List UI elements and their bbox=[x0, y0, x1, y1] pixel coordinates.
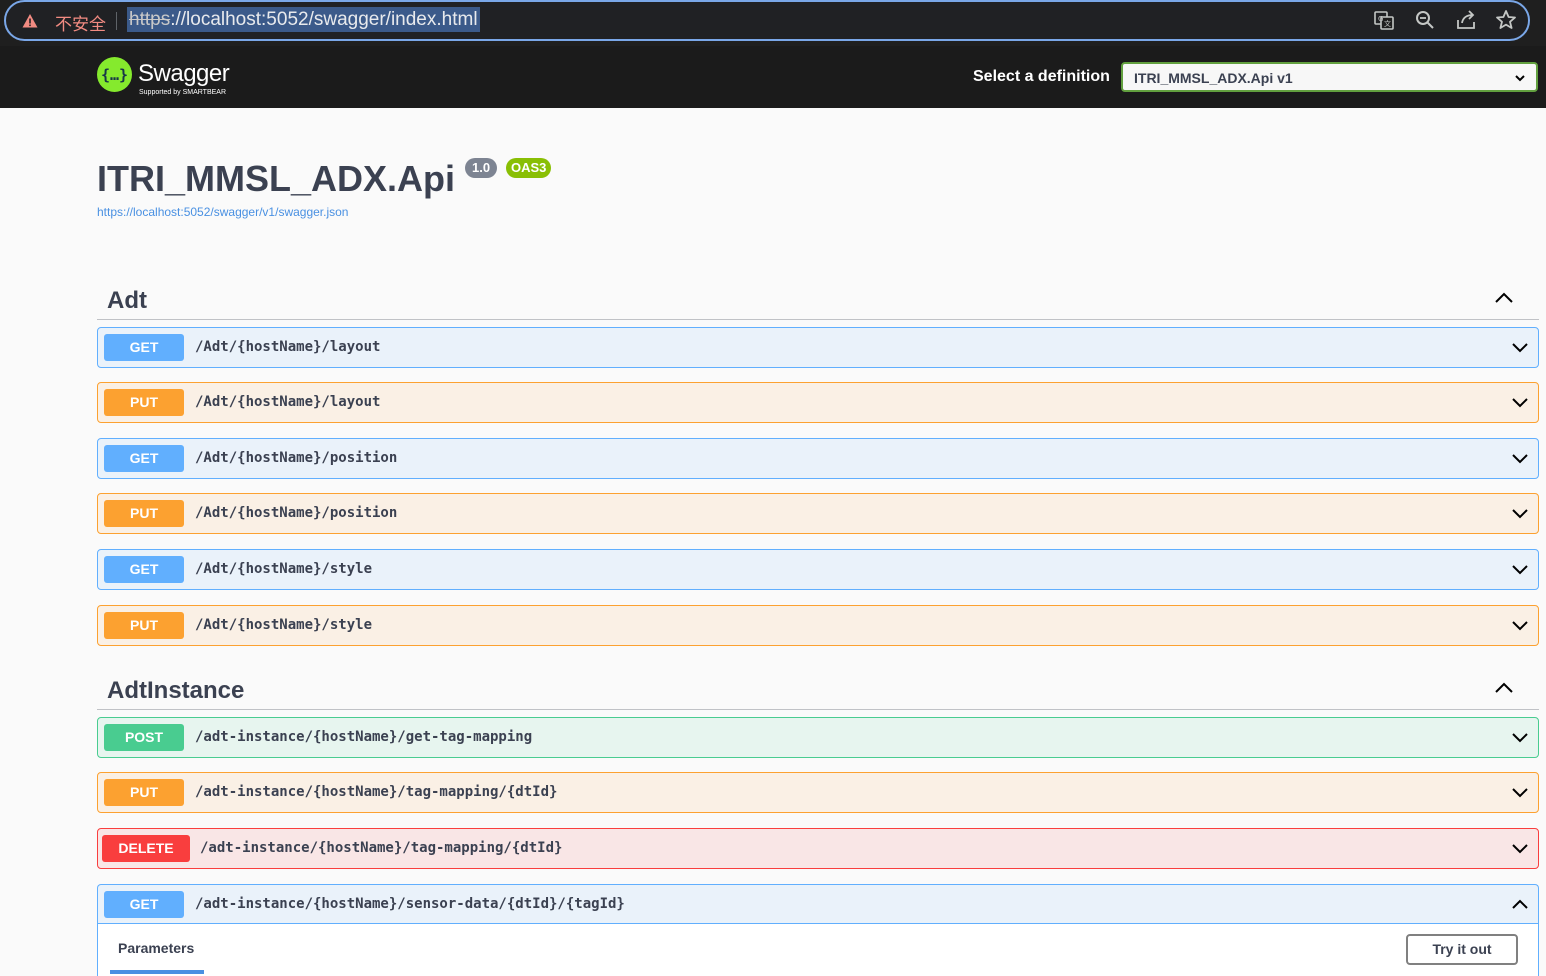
chevron-down-icon bbox=[1515, 75, 1525, 82]
operation-path: /Adt/{hostName}/layout bbox=[195, 394, 381, 410]
method-badge: PUT bbox=[104, 500, 184, 527]
swagger-logo-icon[interactable]: {…} bbox=[97, 57, 132, 92]
operation-body: Parameters Try it out bbox=[98, 923, 1538, 976]
chevron-down-icon[interactable] bbox=[1512, 508, 1528, 519]
chevron-down-icon[interactable] bbox=[1512, 453, 1528, 464]
operation-path: /adt-instance/{hostName}/tag-mapping/{dt… bbox=[200, 840, 563, 856]
translate-icon[interactable]: G 文 bbox=[1372, 8, 1396, 32]
operation-path: /adt-instance/{hostName}/get-tag-mapping bbox=[195, 729, 533, 745]
operation-row[interactable]: POST /adt-instance/{hostName}/get-tag-ma… bbox=[97, 717, 1539, 758]
security-status-text[interactable]: 不安全 bbox=[55, 10, 106, 35]
chevron-up-icon[interactable] bbox=[1495, 292, 1513, 304]
url-text[interactable]: https://localhost:5052/swagger/index.htm… bbox=[127, 7, 480, 32]
operation-path: /adt-instance/{hostName}/tag-mapping/{dt… bbox=[195, 784, 558, 800]
api-title: ITRI_MMSL_ADX.Api bbox=[97, 158, 456, 199]
oas-badge: OAS3 bbox=[506, 158, 552, 178]
operation-path: /Adt/{hostName}/style bbox=[195, 617, 373, 633]
swagger-topbar: {…} Swagger Supported by SMARTBEAR Selec… bbox=[0, 46, 1546, 108]
chevron-down-icon[interactable] bbox=[1512, 787, 1528, 798]
method-badge: GET bbox=[104, 445, 184, 472]
method-badge: PUT bbox=[104, 779, 184, 806]
tag-header-adtinstance[interactable]: AdtInstance bbox=[97, 668, 1539, 710]
svg-text:{…}: {…} bbox=[101, 66, 128, 84]
bookmark-star-icon[interactable] bbox=[1494, 8, 1518, 32]
chevron-down-icon[interactable] bbox=[1512, 564, 1528, 575]
warning-icon[interactable] bbox=[22, 13, 38, 29]
method-badge: GET bbox=[104, 891, 184, 918]
chevron-up-icon[interactable] bbox=[1495, 682, 1513, 694]
chevron-down-icon[interactable] bbox=[1512, 342, 1528, 353]
operation-row[interactable]: DELETE /adt-instance/{hostName}/tag-mapp… bbox=[97, 828, 1539, 869]
try-it-out-button[interactable]: Try it out bbox=[1406, 934, 1518, 965]
select-definition-label: Select a definition bbox=[973, 68, 1110, 85]
method-badge: GET bbox=[104, 556, 184, 583]
chevron-down-icon[interactable] bbox=[1512, 620, 1528, 631]
operation-row[interactable]: GET /Adt/{hostName}/style bbox=[97, 549, 1539, 590]
chevron-down-icon[interactable] bbox=[1512, 843, 1528, 854]
zoom-icon[interactable] bbox=[1413, 8, 1437, 32]
definition-select-value: ITRI_MMSL_ADX.Api v1 bbox=[1134, 70, 1293, 86]
tag-header-adt[interactable]: Adt bbox=[97, 278, 1539, 320]
spec-json-link[interactable]: https://localhost:5052/swagger/v1/swagge… bbox=[97, 205, 348, 219]
operation-row[interactable]: PUT /Adt/{hostName}/layout bbox=[97, 382, 1539, 423]
tab-active-indicator bbox=[110, 970, 204, 974]
method-badge: POST bbox=[104, 724, 184, 751]
tag-name: AdtInstance bbox=[107, 677, 245, 704]
url-scheme: https bbox=[129, 9, 171, 30]
chevron-down-icon[interactable] bbox=[1512, 732, 1528, 743]
address-bar[interactable]: 不安全 https://localhost:5052/swagger/index… bbox=[4, 0, 1530, 41]
definition-select[interactable]: ITRI_MMSL_ADX.Api v1 bbox=[1121, 62, 1538, 92]
chevron-up-icon[interactable] bbox=[1512, 899, 1528, 910]
operation-row[interactable]: PUT /Adt/{hostName}/style bbox=[97, 605, 1539, 646]
operation-path: /Adt/{hostName}/position bbox=[195, 450, 398, 466]
method-badge: PUT bbox=[104, 389, 184, 416]
swagger-logo-text[interactable]: Swagger bbox=[138, 60, 230, 88]
operation-row-expanded[interactable]: GET /adt-instance/{hostName}/sensor-data… bbox=[97, 884, 1539, 976]
operation-row[interactable]: GET /Adt/{hostName}/layout bbox=[97, 327, 1539, 368]
url-host-path: ://localhost:5052/swagger/index.html bbox=[170, 9, 478, 30]
tag-name: Adt bbox=[107, 287, 147, 314]
browser-toolbar: 不安全 https://localhost:5052/swagger/index… bbox=[0, 0, 1546, 46]
operation-row[interactable]: PUT /adt-instance/{hostName}/tag-mapping… bbox=[97, 772, 1539, 813]
operation-path: /adt-instance/{hostName}/sensor-data/{dt… bbox=[195, 896, 625, 912]
operation-path: /Adt/{hostName}/position bbox=[195, 505, 398, 521]
tab-parameters[interactable]: Parameters bbox=[118, 940, 194, 956]
method-badge: GET bbox=[104, 334, 184, 361]
chevron-down-icon[interactable] bbox=[1512, 397, 1528, 408]
operation-path: /Adt/{hostName}/style bbox=[195, 561, 373, 577]
swagger-braces-icon: {…} bbox=[101, 66, 128, 84]
operation-row[interactable]: PUT /Adt/{hostName}/position bbox=[97, 493, 1539, 534]
svg-text:G: G bbox=[1378, 15, 1383, 23]
swagger-logo-subtext: Supported by SMARTBEAR bbox=[139, 89, 227, 96]
operation-row[interactable]: GET /Adt/{hostName}/position bbox=[97, 438, 1539, 479]
version-badge: 1.0 bbox=[465, 158, 498, 178]
svg-text:文: 文 bbox=[1384, 19, 1391, 28]
method-badge: DELETE bbox=[102, 835, 190, 862]
operation-path: /Adt/{hostName}/layout bbox=[195, 339, 381, 355]
divider bbox=[116, 12, 117, 30]
method-badge: PUT bbox=[104, 612, 184, 639]
share-icon[interactable] bbox=[1454, 8, 1478, 32]
